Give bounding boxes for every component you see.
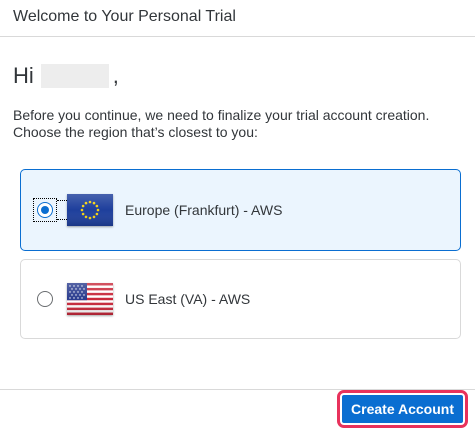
region-label-us-east: US East (VA) - AWS [125,291,251,307]
focus-indicator [57,200,67,220]
greeting: Hi , [13,63,119,89]
redacted-user-name [40,64,109,88]
dialog-title: Welcome to Your Personal Trial [13,8,236,25]
region-radio-europe[interactable] [33,198,57,222]
intro-line-2: Choose the region that’s closest to you: [13,124,258,140]
greeting-suffix: , [112,63,119,88]
us-flag-icon [67,283,113,315]
radio-dot [41,206,49,214]
dialog-header: Welcome to Your Personal Trial [0,0,475,37]
radio-button-unchecked[interactable] [37,291,53,307]
region-label-europe: Europe (Frankfurt) - AWS [125,202,283,218]
eu-flag-icon [67,194,113,226]
radio-button-checked[interactable] [37,202,53,218]
region-option-us-east[interactable]: US East (VA) - AWS [20,259,461,339]
region-option-europe-frankfurt[interactable]: Europe (Frankfurt) - AWS [20,169,461,251]
dialog-footer: Create Account [0,389,475,428]
intro-text: Before you continue, we need to finalize… [13,107,463,141]
trial-welcome-dialog: Welcome to Your Personal Trial Hi , Befo… [0,0,475,428]
region-radio-us-east[interactable] [35,289,55,309]
intro-line-1: Before you continue, we need to finalize… [13,107,430,123]
create-account-button[interactable]: Create Account [337,390,468,428]
greeting-prefix: Hi [13,63,34,88]
